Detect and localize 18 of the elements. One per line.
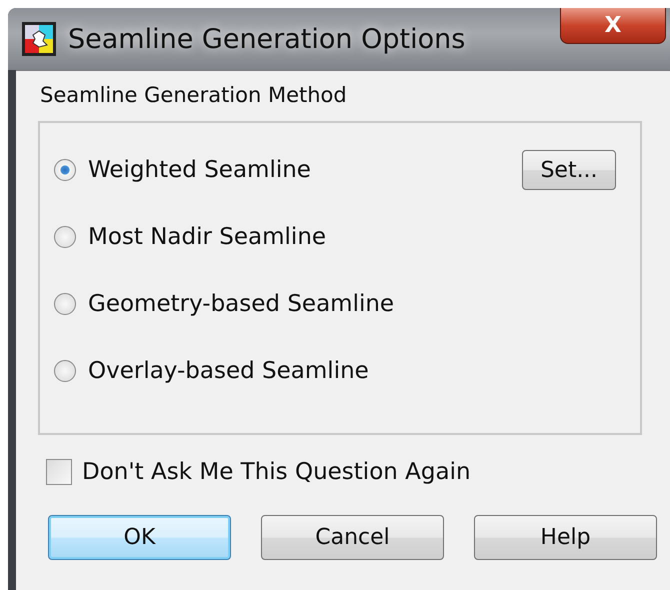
set-button[interactable]: Set... <box>522 150 616 190</box>
checkbox[interactable] <box>46 459 72 485</box>
app-icon <box>22 22 56 56</box>
checkbox-option[interactable]: Don't Ask Me This Question Again <box>38 459 670 485</box>
radio-button[interactable] <box>54 293 76 315</box>
dialog-button[interactable]: Help <box>474 515 657 560</box>
radio-option[interactable]: Geometry-based Seamline <box>54 291 394 317</box>
group-label: Seamline Generation Method <box>39 83 348 107</box>
radio-option[interactable]: Overlay-based Seamline <box>54 358 369 384</box>
radio-button[interactable] <box>54 226 76 248</box>
radio-button[interactable] <box>54 159 76 181</box>
dialog-button[interactable]: Cancel <box>261 515 444 560</box>
radio-option[interactable]: Most Nadir Seamline <box>54 224 326 250</box>
window-title: Seamline Generation Options <box>68 24 466 54</box>
radio-button[interactable] <box>54 360 76 382</box>
close-button[interactable]: X <box>560 8 666 44</box>
dialog-button[interactable]: OK <box>48 515 231 560</box>
radio-option[interactable]: Weighted Seamline <box>54 157 311 183</box>
